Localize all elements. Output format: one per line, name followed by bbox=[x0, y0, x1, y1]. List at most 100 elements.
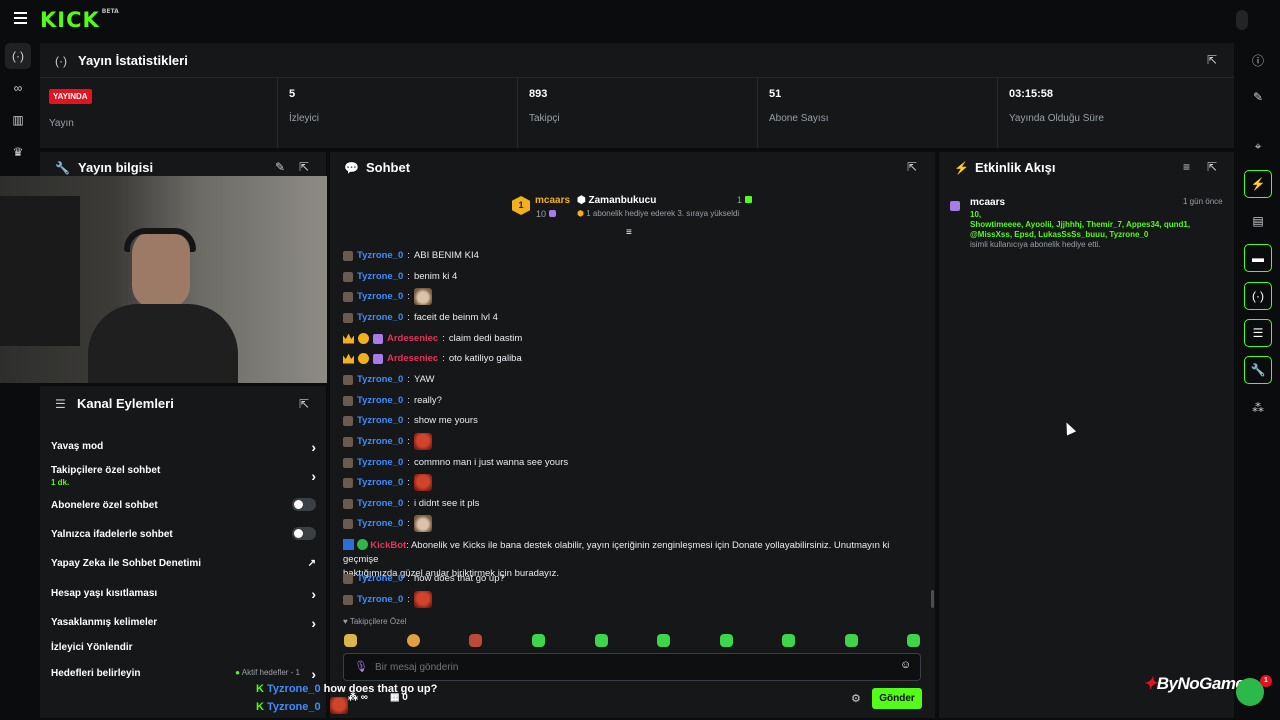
stat-followers: 893 Takipçi bbox=[517, 78, 757, 148]
chat-message: Ardeseniec: claim dedi bastim bbox=[343, 333, 522, 344]
stat-uptime: 03:15:58 Yayında Olduğu Süre bbox=[997, 78, 1234, 148]
pinned-message: ⬢ 1 abonelik hediye ederek 3. sıraya yük… bbox=[577, 209, 740, 218]
actions-icon[interactable]: ☰ bbox=[1244, 319, 1272, 347]
broadcast-icon[interactable]: (·) bbox=[1244, 282, 1272, 310]
active-goals-status: ● Aktif hedefler - 1 bbox=[235, 668, 300, 677]
ai-moderation-row[interactable]: Yapay Zeka ile Sohbet Denetimi ↗ bbox=[51, 558, 316, 569]
activity-feed-title: Etkinlik Akışı bbox=[975, 160, 1056, 175]
stat-label: İzleyici bbox=[289, 113, 320, 124]
emote-button[interactable] bbox=[344, 634, 357, 647]
document-icon[interactable]: ▤ bbox=[1244, 207, 1272, 235]
avatar-icon[interactable] bbox=[1236, 10, 1248, 30]
pencil-icon[interactable]: ✎ bbox=[1244, 83, 1272, 111]
subscribers-only-toggle[interactable] bbox=[292, 498, 316, 511]
emote-button[interactable] bbox=[782, 634, 795, 647]
popout-icon[interactable]: ⇱ bbox=[907, 160, 917, 174]
overlay-chat-line: K Tyzrone_0 bbox=[256, 701, 321, 713]
chat-message-input[interactable] bbox=[375, 659, 875, 675]
wrench-icon: 🔧 bbox=[55, 161, 70, 175]
emote-only-row: Yalnızca ifadelerle sohbet bbox=[51, 527, 316, 540]
emote-button[interactable] bbox=[845, 634, 858, 647]
scroll-down-icon[interactable]: ≡ bbox=[626, 227, 632, 238]
chat-scrollbar[interactable] bbox=[931, 590, 934, 608]
popout-icon[interactable]: ⇱ bbox=[1207, 160, 1217, 174]
wrench-icon[interactable]: 🔧 bbox=[1244, 356, 1272, 384]
chevron-right-icon: › bbox=[311, 468, 316, 484]
monitor-shape bbox=[0, 196, 80, 346]
lightning-icon: ⚡ bbox=[954, 161, 969, 175]
emote-button[interactable] bbox=[907, 634, 920, 647]
gear-icon[interactable]: ⚙ bbox=[851, 692, 861, 705]
link-icon[interactable]: ∞ bbox=[5, 75, 31, 101]
headphones bbox=[124, 228, 196, 252]
chat-message: Tyzrone_0: bbox=[343, 591, 432, 608]
red-face-emote bbox=[330, 697, 348, 714]
broadcast-icon[interactable]: (·) bbox=[5, 43, 31, 69]
live-badge: YAYINDA bbox=[49, 89, 92, 104]
overlay-followers-stat: ⁂ ∞ bbox=[348, 692, 368, 703]
account-age-row[interactable]: Hesap yaşı kısıtlaması › bbox=[51, 586, 316, 602]
chat-bubble-icon[interactable]: ▬ bbox=[1244, 244, 1272, 272]
stat-live: YAYINDA Yayın bbox=[38, 78, 278, 148]
red-face-emote bbox=[413, 591, 432, 608]
chat-message: Tyzrone_0: how does that go up? bbox=[343, 573, 505, 584]
emote-button[interactable] bbox=[720, 634, 733, 647]
chat-message: Tyzrone_0: faceit de beinm lvl 4 bbox=[343, 312, 498, 323]
red-face-emote bbox=[413, 433, 432, 450]
chat-bubble-icon: 💬 bbox=[344, 161, 359, 175]
chat-title: Sohbet bbox=[366, 160, 411, 175]
banned-words-row[interactable]: Yasaklanmış kelimeler › bbox=[51, 615, 316, 631]
emote-only-toggle[interactable] bbox=[292, 527, 316, 540]
analytics-icon[interactable]: ▥ bbox=[5, 107, 31, 133]
host-viewers-row[interactable]: İzleyici Yönlendir bbox=[51, 642, 316, 653]
emote-button[interactable] bbox=[407, 634, 420, 647]
target-icon[interactable]: ⌖ bbox=[1244, 132, 1272, 160]
popout-icon[interactable]: ⇱ bbox=[1207, 53, 1217, 67]
pinned-target[interactable]: ⬢ Zamanbukucu bbox=[577, 195, 656, 206]
event-user[interactable]: mcaars bbox=[970, 197, 1005, 208]
goals-row[interactable]: Hedefleri belirleyin ● Aktif hedefler - 1… bbox=[51, 666, 316, 682]
lightning-icon[interactable]: ⚡ bbox=[1244, 170, 1272, 198]
emote-button[interactable] bbox=[595, 634, 608, 647]
notification-badge: 1 bbox=[1260, 675, 1272, 687]
stat-label: Abone Sayısı bbox=[769, 113, 829, 124]
cat-emote bbox=[413, 288, 432, 305]
pinned-user[interactable]: mcaars bbox=[535, 195, 570, 206]
emote-button[interactable] bbox=[469, 634, 482, 647]
hamburger-icon[interactable] bbox=[14, 12, 27, 24]
actions-icon: ☰ bbox=[55, 397, 66, 411]
info-icon[interactable]: ⓘ bbox=[1244, 46, 1272, 74]
chevron-right-icon: › bbox=[311, 666, 316, 682]
stat-value: 893 bbox=[529, 88, 548, 100]
pencil-icon[interactable]: ✎ bbox=[275, 160, 285, 174]
microphone-icon[interactable]: 🎙 bbox=[354, 660, 368, 673]
emote-button[interactable] bbox=[532, 634, 545, 647]
slow-mode-row[interactable]: Yavaş mod › bbox=[51, 439, 316, 455]
send-button[interactable]: Gönder bbox=[872, 688, 922, 709]
chat-message: Tyzrone_0: bbox=[343, 515, 432, 532]
followers-only-duration: 1 dk. bbox=[51, 478, 70, 487]
emoji-icon[interactable]: ☺ bbox=[900, 659, 911, 671]
pinned-count: 10 bbox=[536, 209, 556, 219]
event-body: 10, Showtimeeee, Ayoolii, Jjjhhhj, Themi… bbox=[970, 210, 1191, 249]
nodes-icon[interactable]: ⁂ bbox=[1244, 394, 1272, 422]
filter-icon[interactable]: ≡ bbox=[1183, 160, 1190, 174]
chat-message: Tyzrone_0: show me yours bbox=[343, 415, 478, 426]
chat-message: Tyzrone_0: i didnt see it pls bbox=[343, 498, 479, 509]
overlay-gift-stat: ▦ 0 bbox=[390, 692, 408, 703]
gift-icon bbox=[950, 200, 960, 214]
stat-label: Yayında Olduğu Süre bbox=[1009, 113, 1104, 124]
emote-button[interactable] bbox=[657, 634, 670, 647]
kick-logo[interactable]: KICK BETA bbox=[40, 8, 119, 32]
followers-only-notice: ♥ Takipçilere Özel bbox=[343, 617, 407, 626]
popout-icon[interactable]: ⇱ bbox=[299, 397, 309, 411]
trophy-icon[interactable]: ♛ bbox=[5, 139, 31, 165]
chat-message: Tyzrone_0: bbox=[343, 433, 432, 450]
popout-icon[interactable]: ⇱ bbox=[299, 160, 309, 174]
red-face-emote bbox=[413, 474, 432, 491]
followers-only-row[interactable]: Takipçilere özel sohbet 1 dk. › bbox=[51, 465, 316, 487]
chat-message: Ardeseniec: oto katiliyo galiba bbox=[343, 353, 522, 364]
stats-title: Yayın İstatistikleri bbox=[78, 53, 188, 68]
broadcast-icon: (·) bbox=[55, 54, 67, 68]
chat-message: Tyzrone_0: benim ki 4 bbox=[343, 271, 457, 282]
